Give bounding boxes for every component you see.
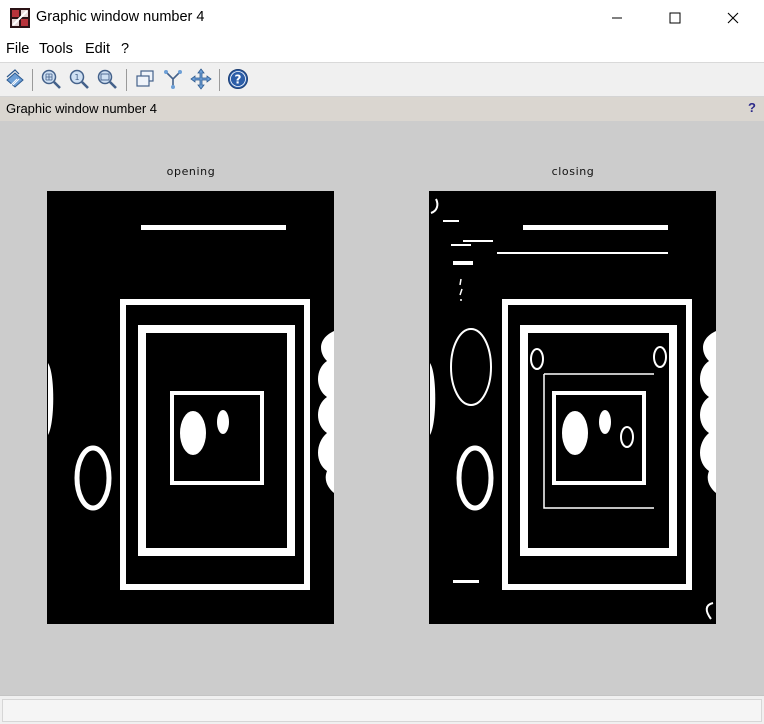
- minimize-icon: [612, 17, 622, 19]
- info-bar-help-icon[interactable]: ?: [748, 100, 756, 115]
- maximize-button[interactable]: [646, 0, 704, 36]
- opening-image: [47, 191, 334, 624]
- title-bar: Graphic window number 4: [0, 0, 764, 36]
- info-bar: Graphic window number 4 ?: [0, 97, 764, 121]
- toolbar-separator: [126, 69, 127, 91]
- zoom-out-icon[interactable]: [96, 68, 118, 90]
- move-icon[interactable]: [190, 68, 212, 90]
- zoom-icon[interactable]: [40, 68, 62, 90]
- plot-title-closing: closing: [551, 165, 595, 178]
- status-bar-field: [2, 699, 762, 722]
- rotate-2d-3d-icon[interactable]: [4, 68, 26, 90]
- help-icon[interactable]: ?: [227, 68, 249, 90]
- graphic-canvas[interactable]: opening closing: [0, 121, 764, 695]
- status-bar: [0, 695, 764, 724]
- info-bar-text: Graphic window number 4: [6, 101, 158, 116]
- closing-image: [429, 191, 716, 624]
- menu-tools[interactable]: Tools: [39, 41, 73, 57]
- menu-edit[interactable]: Edit: [85, 41, 110, 57]
- svg-text:1: 1: [74, 73, 79, 82]
- menu-help[interactable]: ?: [121, 41, 129, 57]
- menu-file[interactable]: File: [6, 41, 29, 57]
- unzoom-icon[interactable]: 1: [68, 68, 90, 90]
- close-button[interactable]: [704, 0, 762, 36]
- maximize-icon: [669, 12, 681, 24]
- window-title: Graphic window number 4: [36, 9, 205, 25]
- menu-bar: File Tools Edit ?: [0, 36, 764, 63]
- toolbar: 1 ?: [0, 63, 764, 97]
- toolbar-separator: [219, 69, 220, 91]
- svg-text:?: ?: [235, 73, 242, 87]
- plot-title-opening: opening: [166, 165, 216, 178]
- toolbar-separator: [32, 69, 33, 91]
- datatip-edit-icon[interactable]: [162, 68, 184, 90]
- minimize-button[interactable]: [588, 0, 646, 36]
- scilab-app-icon: [10, 8, 30, 28]
- close-icon: [727, 12, 739, 24]
- datatip-icon[interactable]: [134, 68, 156, 90]
